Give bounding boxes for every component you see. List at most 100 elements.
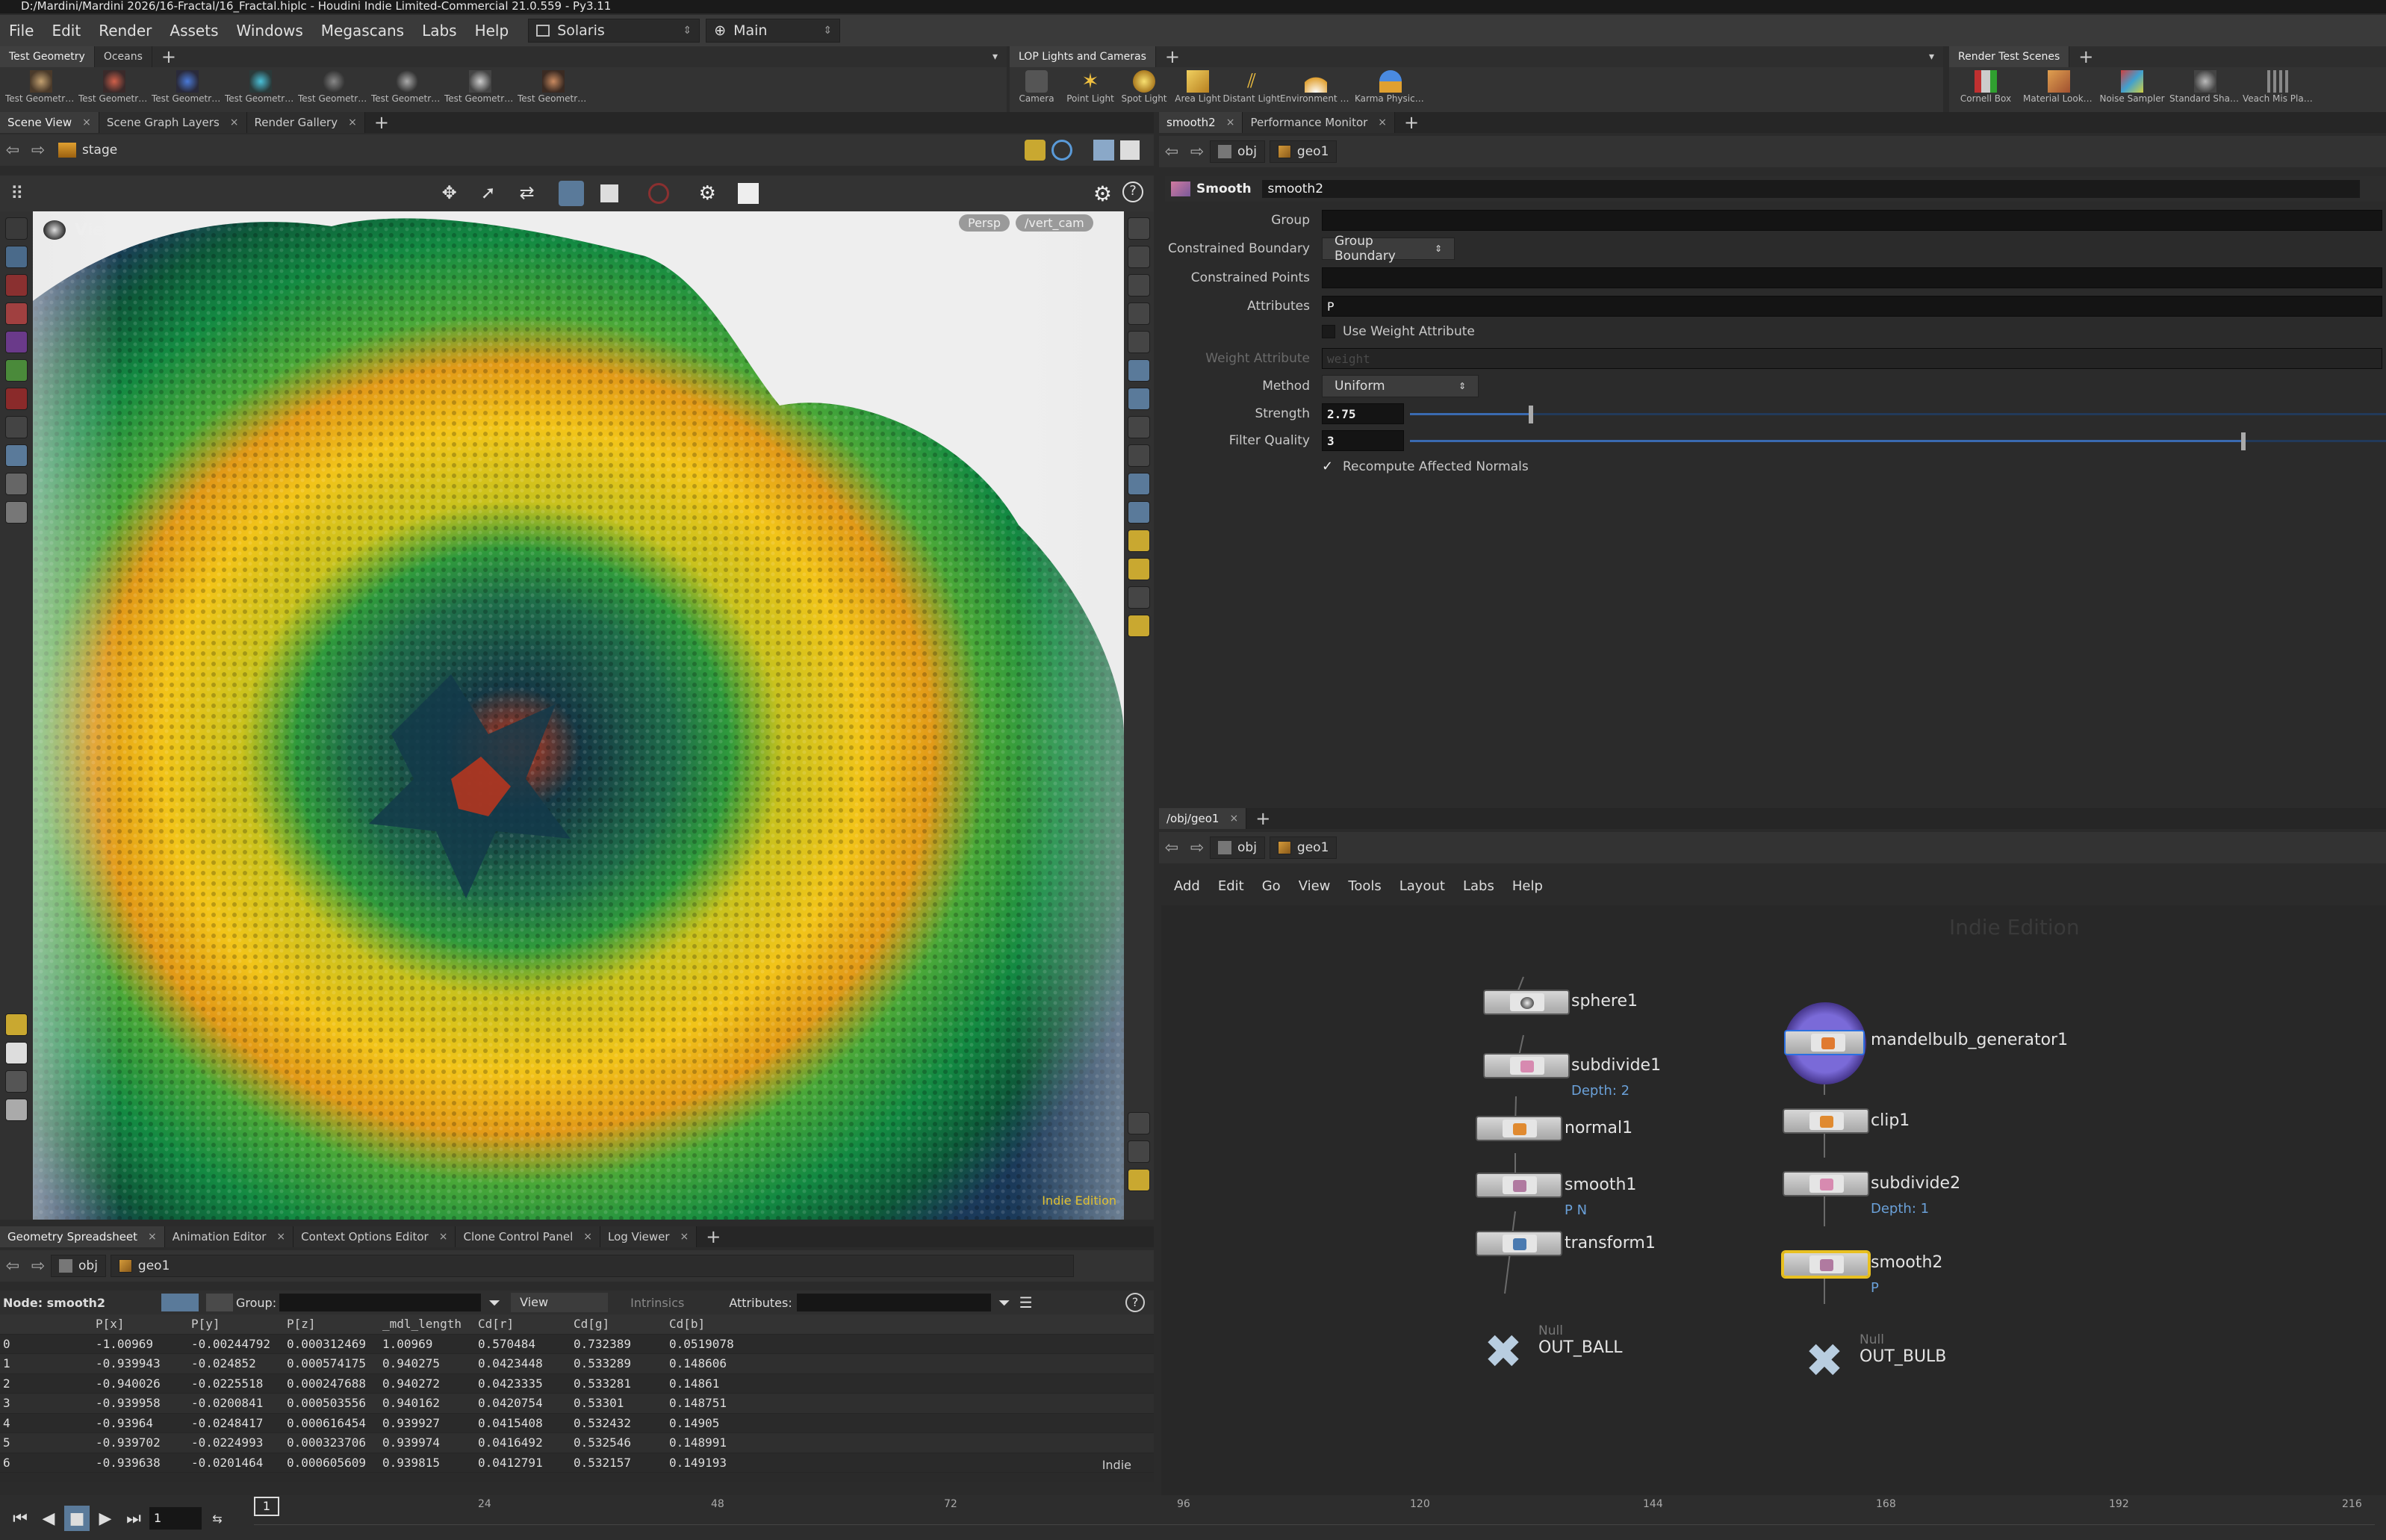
shelf-tool[interactable]: Test Geometry:... — [151, 67, 224, 112]
path-geo1[interactable]: geo1 — [110, 1255, 1074, 1277]
play-reverse-icon[interactable]: ◀ — [36, 1506, 61, 1531]
table-row[interactable]: 2 -0.940026 -0.0225518 0.000247688 0.940272 0… — [0, 1374, 1154, 1394]
help-icon[interactable]: ? — [1125, 1293, 1145, 1312]
close-icon[interactable]: × — [82, 117, 91, 128]
close-icon[interactable]: × — [1226, 117, 1235, 128]
network-menu-layout[interactable]: Layout — [1391, 878, 1454, 894]
shelf-tool[interactable]: Test Geometry:... — [297, 67, 370, 112]
menu-render[interactable]: Render — [90, 15, 161, 46]
tab-scene-graph-layers[interactable]: Scene Graph Layers × — [99, 112, 247, 133]
back-icon[interactable]: ⇦ — [0, 141, 25, 160]
camera-settings-icon[interactable]: ⚙ — [699, 182, 721, 205]
table-row[interactable]: 5 -0.939702 -0.0224993 0.000323706 0.939974 0… — [0, 1433, 1154, 1453]
menu-file[interactable]: File — [0, 15, 43, 46]
shelf-menu-icon[interactable]: ▾ — [1929, 51, 1943, 63]
karma-sky-tool[interactable]: Karma Physical Sk... — [1353, 67, 1428, 112]
network-menu-go[interactable]: Go — [1253, 878, 1290, 894]
use-weight-checkbox[interactable] — [1322, 325, 1335, 338]
camera-menu[interactable]: /vert_cam — [1016, 214, 1093, 232]
forward-icon[interactable]: ⇨ — [25, 1257, 51, 1276]
group-filter-field[interactable] — [279, 1294, 482, 1311]
back-icon[interactable]: ⇦ — [1159, 143, 1184, 161]
stop-icon[interactable]: ■ — [64, 1506, 90, 1531]
path-geo1[interactable]: geo1 — [1269, 140, 1338, 163]
texture-icon[interactable] — [1128, 615, 1150, 637]
viewport-canvas[interactable]: View Persp /vert_cam Indie Edition — [33, 211, 1124, 1220]
noise-sampler-tool[interactable]: Noise Sampler — [2095, 67, 2169, 112]
distant-light-tool[interactable]: ⫽ Distant Light — [1223, 67, 1281, 112]
pose-icon[interactable] — [5, 359, 28, 382]
snap-icon[interactable] — [5, 416, 28, 438]
paint-icon[interactable] — [5, 331, 28, 353]
geometry-spreadsheet[interactable]: P[x] P[y] P[z] _mdl_length Cd[r] Cd[g] C… — [0, 1314, 1154, 1482]
node-subdivide1[interactable] — [1483, 1053, 1570, 1078]
shelf-icon[interactable] — [5, 1013, 28, 1036]
menu-labs[interactable]: Labs — [413, 15, 466, 46]
layout-icon[interactable] — [1093, 140, 1114, 161]
list-icon[interactable]: ☰ — [1019, 1294, 1033, 1311]
shelf-menu-icon[interactable]: ▾ — [992, 51, 1007, 63]
back-icon[interactable]: ⇦ — [0, 1257, 25, 1276]
visibility-icon[interactable] — [1128, 217, 1150, 240]
gear-icon[interactable]: ⚙ — [1093, 181, 1112, 206]
orbit-icon[interactable] — [5, 473, 28, 495]
pin-icon[interactable] — [1128, 302, 1150, 325]
spot-light-tool[interactable]: Spot Light — [1117, 67, 1171, 112]
component-mode-icon[interactable] — [161, 1294, 199, 1311]
menu-megascans[interactable]: Megascans — [312, 15, 413, 46]
menu-assets[interactable]: Assets — [161, 15, 227, 46]
eye-icon[interactable] — [1128, 1112, 1150, 1134]
pot-icon[interactable] — [5, 501, 28, 524]
persp-menu[interactable]: Persp — [959, 214, 1010, 232]
shader-ball-tool[interactable]: Standard Shader Ball — [2169, 67, 2242, 112]
light-icon[interactable] — [5, 1042, 28, 1064]
tab-clone-control-panel[interactable]: Clone Control Panel × — [456, 1226, 600, 1247]
close-icon[interactable]: × — [1229, 813, 1238, 825]
close-icon[interactable]: × — [276, 1231, 285, 1243]
add-tab-icon[interactable]: + — [1246, 808, 1279, 829]
node-subdivide2[interactable] — [1783, 1171, 1869, 1196]
constrained-points-field[interactable] — [1322, 267, 2382, 288]
material-lookdev-tool[interactable]: Material Lookdev — [2022, 67, 2095, 112]
path-obj[interactable]: obj — [51, 1255, 106, 1277]
shelf-tab-oceans[interactable]: Oceans — [95, 46, 152, 67]
move-tool-icon[interactable]: ✥ — [442, 182, 465, 205]
tab-render-gallery[interactable]: Render Gallery × — [246, 112, 365, 133]
add-tab-icon[interactable]: + — [365, 112, 398, 133]
guide-icon[interactable] — [1128, 530, 1150, 552]
brush-icon[interactable] — [5, 302, 28, 325]
close-icon[interactable]: × — [680, 1231, 689, 1243]
menu-help[interactable]: Help — [466, 15, 518, 46]
view-tool-icon[interactable] — [5, 444, 28, 467]
weight-attribute-field[interactable]: weight — [1322, 348, 2382, 369]
select-mode-icon[interactable] — [1128, 246, 1150, 268]
add-shelf-tab-icon[interactable]: + — [2069, 46, 2102, 67]
pause-icon[interactable] — [1128, 444, 1150, 467]
add-tab-icon[interactable]: + — [1395, 112, 1428, 133]
environment-light-tool[interactable]: Environment Light — [1279, 67, 1353, 112]
camera-tool[interactable]: Camera — [1010, 67, 1063, 112]
strength-slider[interactable] — [1404, 403, 2386, 424]
filter-icon[interactable]: ⏷ — [998, 1294, 1010, 1311]
ground-icon[interactable] — [5, 1099, 28, 1121]
context-select[interactable]: ⊕ Main ⇕ — [706, 19, 841, 43]
current-frame-marker[interactable]: 1 — [254, 1497, 279, 1516]
shelf-tool[interactable]: Test Geometry:... — [444, 67, 517, 112]
add-shelf-tab-icon[interactable]: + — [1156, 46, 1189, 67]
intrinsics-toggle[interactable]: Intrinsics — [630, 1296, 684, 1310]
maximize-icon[interactable] — [1120, 140, 1140, 160]
group-field[interactable] — [1322, 210, 2382, 231]
close-icon[interactable]: × — [230, 117, 239, 128]
jump-start-icon[interactable]: ⏮ — [7, 1506, 33, 1531]
link-icon[interactable] — [1051, 140, 1072, 161]
shading-mode-icon[interactable] — [1128, 586, 1150, 609]
shelf-tool[interactable]: Test Geometry:... — [517, 67, 590, 112]
node-out-bulb[interactable]: ✖ — [1796, 1332, 1853, 1389]
desktop-select[interactable]: Solaris ⇕ — [528, 19, 700, 43]
shading-icon[interactable] — [600, 184, 618, 202]
frame-field[interactable]: 1 — [149, 1507, 202, 1530]
tab-smooth2[interactable]: smooth2 × — [1159, 112, 1243, 133]
node-sphere1[interactable] — [1483, 990, 1570, 1015]
pin-icon[interactable] — [1025, 140, 1046, 161]
table-row[interactable]: 1 -0.939943 -0.024852 0.000574175 0.940275 0.… — [0, 1354, 1154, 1374]
